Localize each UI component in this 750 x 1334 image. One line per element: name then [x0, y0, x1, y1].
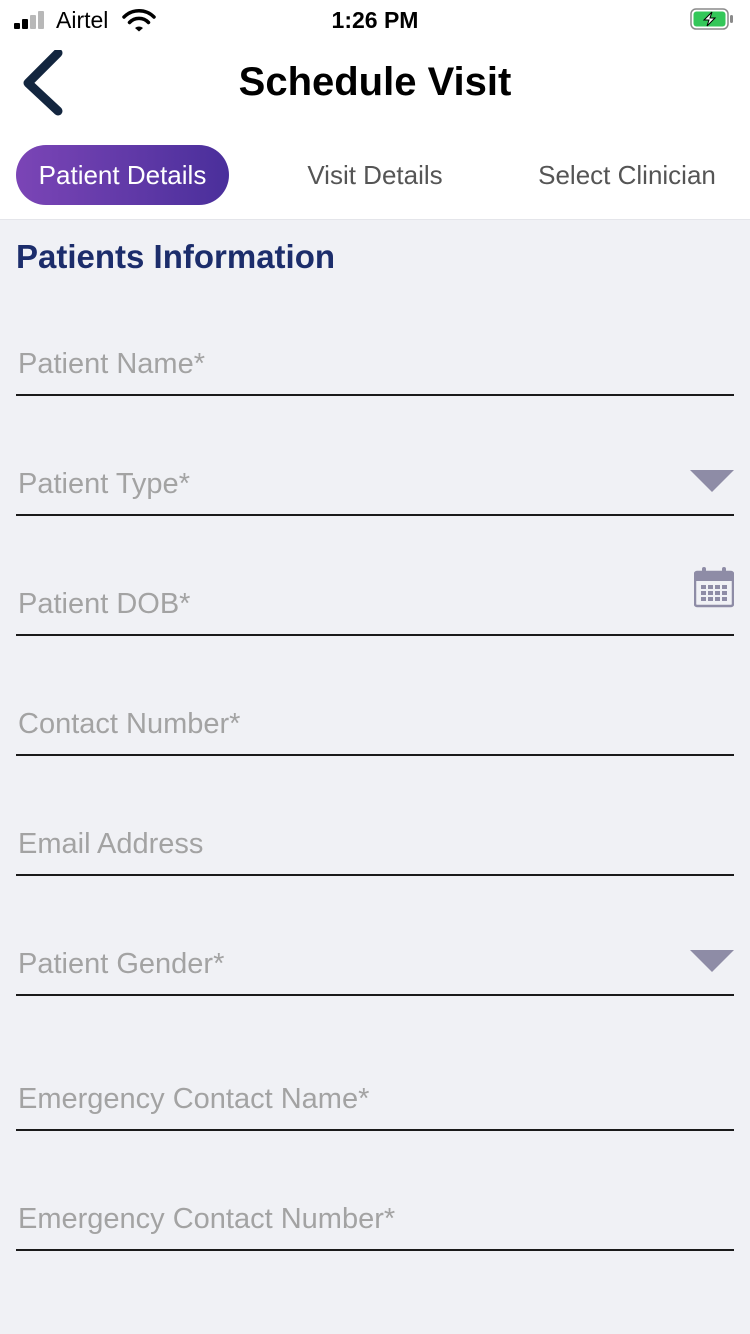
patient-gender-select[interactable] — [16, 936, 676, 992]
emergency-contact-name-field[interactable] — [16, 1071, 734, 1131]
dropdown-arrow-icon[interactable] — [690, 468, 734, 492]
tab-visit-details[interactable]: Visit Details — [275, 145, 475, 205]
tab-patient-details[interactable]: Patient Details — [16, 145, 229, 205]
page-title: Schedule Visit — [238, 60, 512, 104]
step-tabs: Patient Details Visit Details Select Cli… — [0, 134, 750, 220]
battery-charging-icon — [690, 8, 733, 30]
calendar-icon[interactable] — [694, 566, 734, 608]
tab-select-clinician[interactable]: Select Clinician — [520, 145, 734, 205]
patient-type-select[interactable] — [16, 456, 676, 512]
patient-dob-field[interactable] — [16, 567, 734, 636]
patient-name-input[interactable] — [16, 336, 676, 392]
patient-name-field[interactable] — [16, 336, 734, 396]
status-bar: Airtel 1:26 PM — [0, 0, 750, 40]
email-address-input[interactable] — [16, 816, 676, 872]
nav-bar: Schedule Visit — [0, 40, 750, 134]
patient-type-field[interactable] — [16, 456, 734, 516]
patient-dob-input[interactable] — [16, 576, 676, 632]
dropdown-arrow-icon[interactable] — [690, 948, 734, 972]
emergency-contact-number-input[interactable] — [16, 1191, 676, 1247]
status-time: 1:26 PM — [331, 7, 419, 33]
email-address-field[interactable] — [16, 816, 734, 876]
patient-gender-field[interactable] — [16, 936, 734, 996]
contact-number-input[interactable] — [16, 696, 676, 752]
emergency-contact-number-field[interactable] — [16, 1191, 734, 1251]
section-title: Patients Information — [16, 238, 336, 275]
contact-number-field[interactable] — [16, 696, 734, 756]
emergency-contact-name-input[interactable] — [16, 1071, 676, 1127]
